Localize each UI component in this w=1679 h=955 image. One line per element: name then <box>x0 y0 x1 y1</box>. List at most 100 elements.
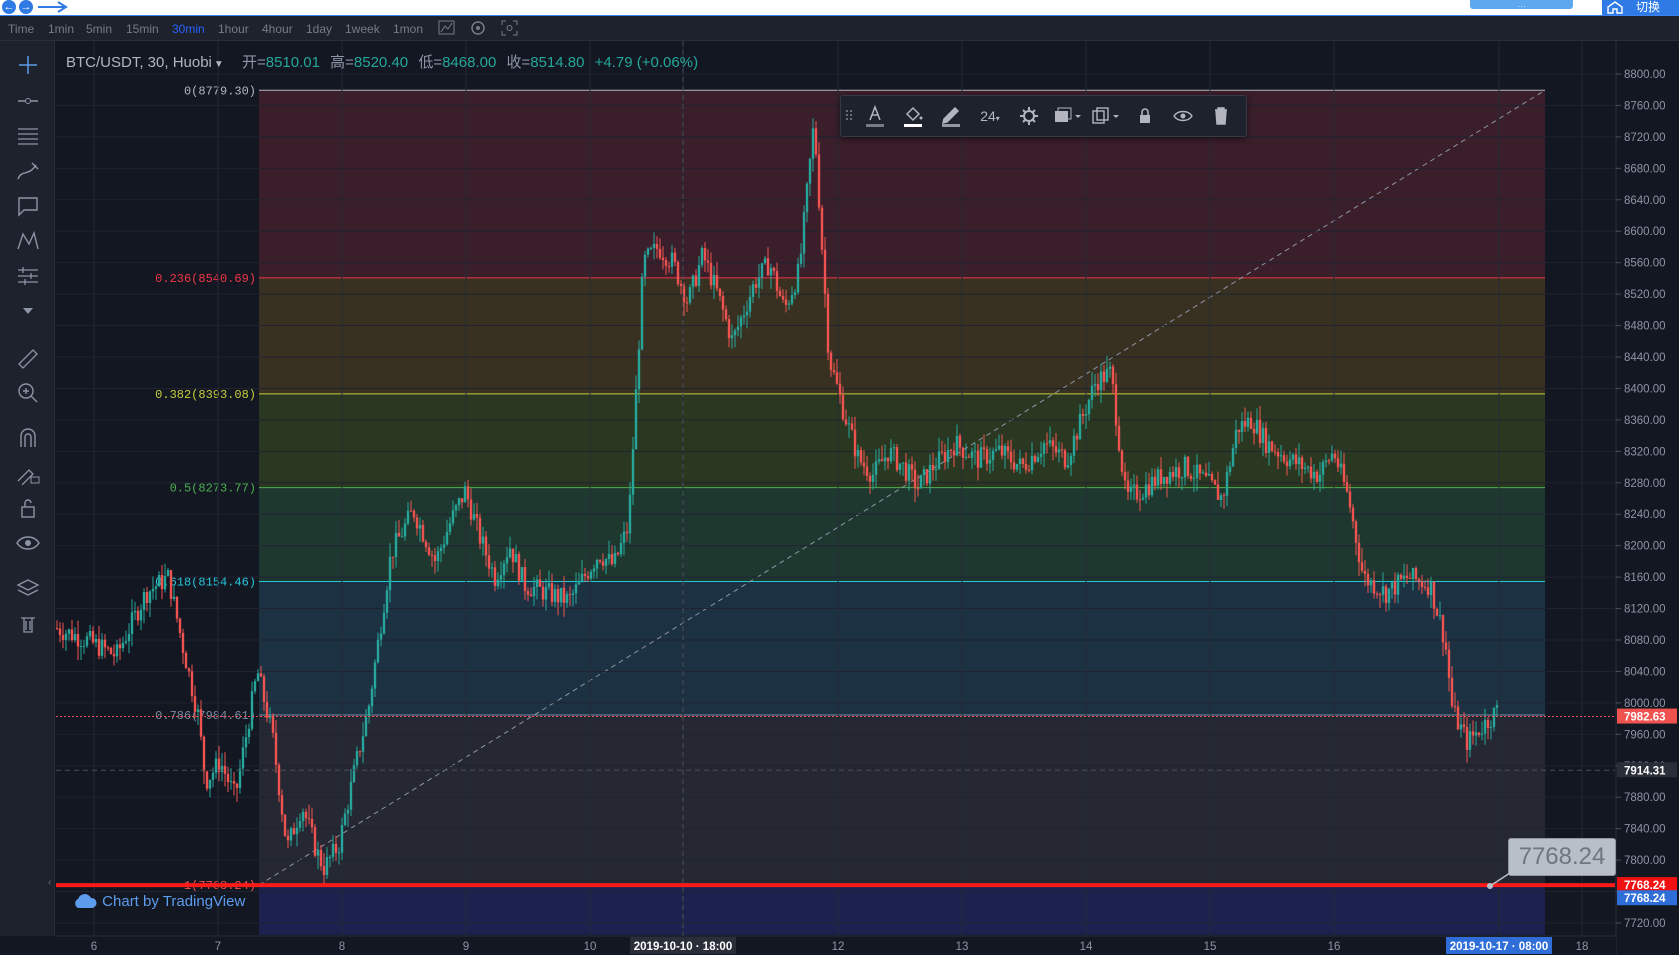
home-button[interactable] <box>1602 0 1628 15</box>
candle-body <box>127 634 131 642</box>
candle-body <box>526 591 530 595</box>
candle-body <box>1474 732 1478 736</box>
screenshot-icon[interactable] <box>501 20 519 36</box>
candle-body <box>1495 705 1499 708</box>
candle-body <box>487 555 491 569</box>
candle-body <box>754 284 758 288</box>
candle-body <box>142 592 146 610</box>
open-label: 开= <box>241 54 266 71</box>
tf-1min[interactable]: 1min <box>48 22 74 36</box>
candle-body <box>1123 471 1127 481</box>
candle-body <box>298 821 302 828</box>
tf-1day[interactable]: 1day <box>306 22 332 36</box>
price-tick-label: 8760.00 <box>1624 100 1666 112</box>
candle-body <box>1006 446 1010 452</box>
candle-body <box>229 781 233 783</box>
candle-body <box>160 574 164 590</box>
candle-body <box>283 814 287 836</box>
candle-body <box>253 681 257 692</box>
tf-15min[interactable]: 15min <box>126 22 159 36</box>
candle-body <box>433 555 437 561</box>
candle-body <box>649 248 653 250</box>
candle-body <box>508 548 512 558</box>
clone-select[interactable] <box>1087 102 1121 130</box>
candle-body <box>655 243 659 249</box>
candle-body <box>1042 443 1046 454</box>
candle-body <box>1345 482 1349 492</box>
candle-body <box>946 449 950 462</box>
candle-body <box>262 676 266 702</box>
candle-body <box>976 450 980 468</box>
candle-body <box>1087 399 1091 415</box>
forward-button[interactable]: → <box>19 0 33 14</box>
candle-body <box>436 551 440 561</box>
candle-body <box>979 447 983 468</box>
candle-body <box>1144 484 1148 498</box>
candle-body <box>1069 455 1073 466</box>
text-color-button[interactable] <box>859 102 891 130</box>
fib-retracement[interactable]: 0(8779.30) 0.236(8540.69) 0.382(8393.08) 0.… <box>155 84 1546 935</box>
candle-body <box>277 764 281 796</box>
indicators-icon[interactable] <box>438 20 456 36</box>
tf-1week[interactable]: 1week <box>345 22 380 36</box>
candle-body <box>1246 417 1250 427</box>
symbol-name[interactable]: BTC/USDT, 30, Huobi <box>66 54 212 71</box>
blue-action-button[interactable]: … <box>1470 0 1573 9</box>
candle-body <box>421 524 425 542</box>
candle-body <box>73 634 77 640</box>
price-tick-label: 7720.00 <box>1624 918 1666 930</box>
candle-body <box>1084 414 1088 416</box>
switch-button[interactable]: 切换 <box>1628 0 1679 15</box>
candle-body <box>985 449 989 464</box>
back-button[interactable]: ← <box>2 0 16 14</box>
candle-body <box>163 575 167 590</box>
candle-body <box>904 462 908 481</box>
candle-body <box>841 395 845 420</box>
tf-5min[interactable]: 5min <box>86 22 112 36</box>
chevron-down-icon[interactable]: ▼ <box>214 59 224 70</box>
candle-body <box>1450 677 1454 707</box>
settings-button[interactable] <box>1013 102 1045 130</box>
lock-button[interactable] <box>1129 102 1161 130</box>
candle-body <box>1444 642 1448 650</box>
candle-body <box>1414 568 1418 580</box>
candle-body <box>175 596 179 619</box>
price-tick-label: 8560.00 <box>1624 258 1666 270</box>
candle-body <box>202 736 206 772</box>
candle-body <box>316 849 320 856</box>
tf-4hour[interactable]: 4hour <box>262 22 293 36</box>
candle-body <box>871 474 875 482</box>
visibility-select[interactable] <box>1049 102 1083 130</box>
candle-body <box>1120 450 1124 472</box>
forward-link-icon[interactable] <box>36 0 72 14</box>
delete-button[interactable] <box>1205 102 1237 130</box>
drag-handle-icon[interactable]: ⠿ <box>843 102 855 130</box>
price-chart[interactable]: 0(8779.30) 0.236(8540.69) 0.382(8393.08) 0.… <box>0 41 1679 955</box>
line-color-button[interactable] <box>935 102 967 130</box>
settings-icon[interactable] <box>470 20 488 36</box>
collapse-handle[interactable]: ‹ <box>48 877 56 895</box>
tradingview-badge[interactable]: Chart by TradingView <box>72 893 245 911</box>
candle-body <box>1288 459 1292 467</box>
candle-body <box>1234 429 1238 449</box>
font-size-select[interactable]: 24▾ <box>973 102 1007 130</box>
candle-body <box>505 557 509 564</box>
candle-body <box>1213 480 1217 485</box>
tf-time[interactable]: Time <box>8 22 34 36</box>
tf-1hour[interactable]: 1hour <box>218 22 249 36</box>
time-tick-label: 8 <box>339 941 345 953</box>
hide-button[interactable] <box>1167 102 1199 130</box>
candle-body <box>226 773 230 783</box>
tf-1mon[interactable]: 1mon <box>393 22 423 36</box>
price-tick-label: 7880.00 <box>1624 792 1666 804</box>
fill-color-button[interactable] <box>897 102 929 130</box>
tf-30min[interactable]: 30min <box>172 22 205 36</box>
candle-body <box>739 317 743 327</box>
candle-body <box>571 593 575 595</box>
candle-body <box>724 309 728 320</box>
candle-body <box>1387 588 1391 604</box>
candle-body <box>604 558 608 566</box>
candle-body <box>1108 366 1112 369</box>
price-tick-label: 8360.00 <box>1624 415 1666 427</box>
candle-body <box>409 510 413 512</box>
